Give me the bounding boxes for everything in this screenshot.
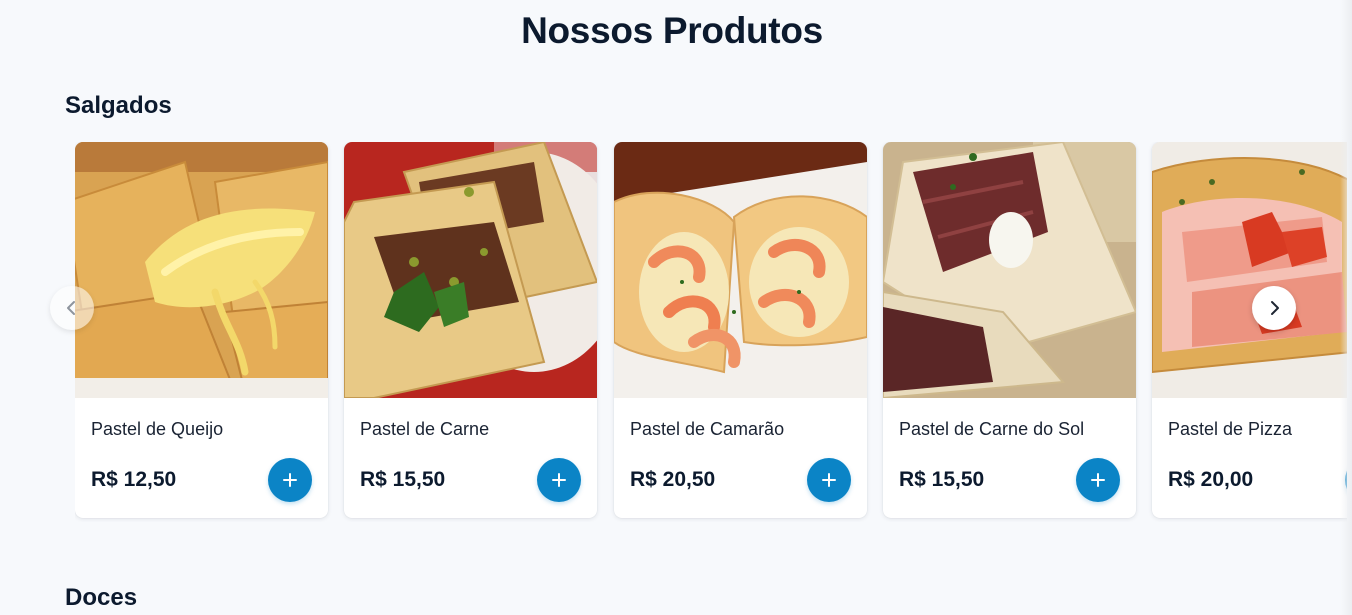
- section-title-doces: Doces: [65, 584, 138, 611]
- product-price: R$ 15,50: [360, 468, 446, 491]
- add-to-cart-button[interactable]: [537, 458, 581, 502]
- carousel-track: Pastel de Queijo R$ 12,50 Pastel de Carn…: [75, 142, 1347, 522]
- pizza-pastel-photo: [1152, 142, 1347, 398]
- add-to-cart-button[interactable]: [807, 458, 851, 502]
- shrimp-pastel-photo: [614, 142, 867, 398]
- add-to-cart-button[interactable]: [1076, 458, 1120, 502]
- cheese-pastel-photo: [75, 142, 328, 398]
- section-title-salgados: Salgados: [65, 92, 172, 119]
- product-price: R$ 20,00: [1168, 468, 1254, 491]
- plus-icon: [1091, 473, 1105, 487]
- product-price: R$ 15,50: [899, 468, 985, 491]
- add-to-cart-button[interactable]: [268, 458, 312, 502]
- product-card[interactable]: Pastel de Queijo R$ 12,50: [75, 142, 328, 518]
- beef-pastel-photo: [344, 142, 597, 398]
- product-name: Pastel de Pizza: [1168, 419, 1293, 439]
- product-name: Pastel de Carne: [360, 419, 490, 439]
- products-page: Nossos Produtos Salgados Pastel de Queij…: [0, 0, 1352, 615]
- plus-icon: [552, 473, 566, 487]
- product-name: Pastel de Carne do Sol: [899, 419, 1085, 439]
- product-name: Pastel de Queijo: [91, 419, 224, 439]
- product-price: R$ 12,50: [91, 468, 177, 491]
- page-title: Nossos Produtos: [521, 10, 823, 51]
- dried-beef-pastel-photo: [883, 142, 1136, 398]
- plus-icon: [283, 473, 297, 487]
- product-card[interactable]: Pastel de Camarão R$ 20,50: [614, 142, 867, 518]
- product-name: Pastel de Camarão: [630, 419, 785, 439]
- plus-icon: [822, 473, 836, 487]
- product-price: R$ 20,50: [630, 468, 716, 491]
- page-scroll-edge: [1340, 0, 1352, 615]
- product-card[interactable]: Pastel de Carne R$ 15,50: [344, 142, 597, 518]
- chevron-left-icon: [67, 301, 75, 315]
- product-card[interactable]: Pastel de Carne do Sol R$ 15,50: [883, 142, 1136, 518]
- salgados-carousel: Pastel de Queijo R$ 12,50 Pastel de Carn…: [75, 142, 1347, 522]
- carousel-prev-button[interactable]: [50, 286, 94, 330]
- carousel-next-button[interactable]: [1252, 286, 1296, 330]
- product-card[interactable]: Pastel de Pizza R$ 20,00: [1152, 142, 1347, 518]
- chevron-right-icon: [1271, 301, 1279, 315]
